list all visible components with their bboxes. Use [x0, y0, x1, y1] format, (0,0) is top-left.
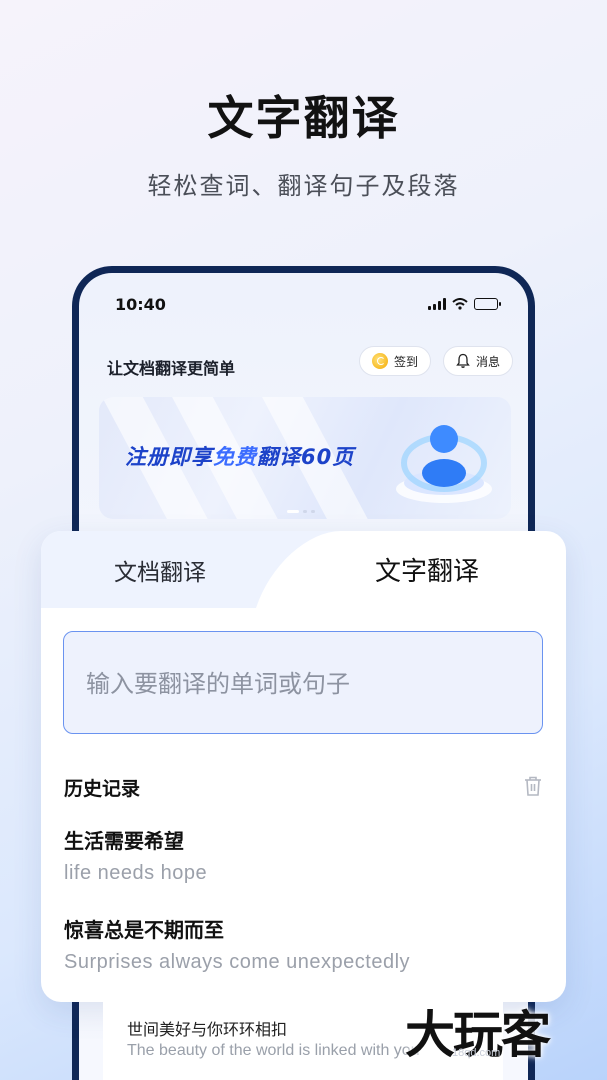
tab-document-translate[interactable]: 文档翻译	[114, 553, 206, 587]
signal-icon	[428, 298, 446, 310]
promo-banner[interactable]: 注册即享免费翻译60页	[99, 397, 511, 519]
checkin-label: 签到	[394, 354, 419, 369]
status-icons	[428, 298, 501, 310]
history-label: 历史记录	[64, 778, 141, 800]
history-item[interactable]: 惊喜总是不期而至 Surprises always come unexpecte…	[64, 914, 410, 974]
coin-icon	[372, 353, 388, 369]
user-3d-icon	[396, 425, 492, 503]
translate-card: 文档翻译 文字翻译 历史记录 生活需要希望 life needs hope 惊喜…	[41, 531, 566, 1002]
app-title: 让文档翻译更简单	[107, 359, 236, 378]
wifi-icon	[452, 298, 468, 310]
watermark-url: 18qd.com	[452, 1047, 501, 1059]
history-source: 生活需要希望	[64, 829, 184, 853]
history-source: 惊喜总是不期而至	[64, 918, 224, 942]
hero-title: 文字翻译	[207, 91, 400, 145]
banner-pagination	[287, 510, 315, 513]
message-label: 消息	[476, 354, 501, 369]
history-translation: life needs hope	[64, 862, 208, 884]
bell-icon	[456, 353, 470, 368]
trash-icon[interactable]	[523, 775, 543, 797]
message-button[interactable]: 消息	[443, 346, 514, 376]
hero-subtitle: 轻松查词、翻译句子及段落	[147, 172, 460, 200]
battery-icon	[474, 298, 501, 310]
translate-input-box[interactable]	[63, 631, 543, 734]
history-translation: The beauty of the world is linked with y…	[127, 1042, 420, 1059]
banner-text: 注册即享免费翻译60页	[125, 445, 355, 469]
history-source: 世间美好与你环环相扣	[127, 1020, 288, 1039]
history-translation: Surprises always come unexpectedly	[64, 951, 411, 973]
history-item[interactable]: 生活需要希望 life needs hope	[64, 825, 207, 885]
checkin-button[interactable]: 签到	[359, 346, 432, 376]
status-time: 10:40	[115, 295, 166, 314]
translate-input[interactable]	[86, 664, 506, 704]
tab-text-translate[interactable]: 文字翻译	[375, 551, 479, 588]
